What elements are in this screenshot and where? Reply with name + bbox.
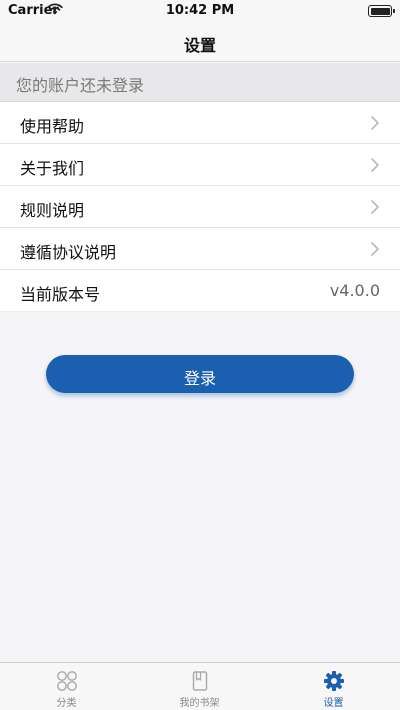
tab-label: 分类 (56, 698, 77, 709)
nav-bar: 设置 (0, 22, 400, 62)
version-label: 当前版本号 (20, 285, 101, 304)
chevron-right-icon (371, 200, 379, 214)
login-button-label: 登录 (183, 369, 216, 388)
tab-settings[interactable]: 设置 (267, 663, 400, 710)
settings-item-label: 使用帮助 (20, 117, 85, 136)
settings-item-label: 规则说明 (20, 201, 85, 220)
status-time: 10:42 PM (165, 3, 235, 18)
chevron-right-icon (371, 116, 379, 130)
settings-item-about[interactable]: 关于我们 (0, 144, 400, 186)
bookshelf-icon (192, 671, 207, 691)
category-grid-icon (56, 671, 77, 691)
chevron-right-icon (371, 158, 379, 172)
login-button[interactable]: 登录 (46, 355, 354, 393)
settings-item-version: 当前版本号 v4.0.0 (0, 270, 400, 312)
account-status-banner: 您的账户还未登录 (0, 63, 400, 102)
gear-icon (323, 671, 344, 691)
tab-label: 设置 (323, 698, 344, 709)
settings-list: 使用帮助 关于我们 规则说明 遵循协议说明 当前版本号 v4.0.0 (0, 102, 400, 312)
version-value: v4.0.0 (329, 281, 380, 300)
status-bar: Carrier 10:42 PM (0, 0, 400, 22)
tab-bookshelf[interactable]: 我的书架 (133, 663, 266, 710)
settings-item-label: 遵循协议说明 (20, 243, 117, 262)
settings-item-help[interactable]: 使用帮助 (0, 102, 400, 144)
settings-item-label: 关于我们 (20, 159, 85, 178)
tab-category[interactable]: 分类 (0, 663, 133, 710)
settings-item-rules[interactable]: 规则说明 (0, 186, 400, 228)
battery-icon (368, 5, 395, 17)
settings-item-agreement[interactable]: 遵循协议说明 (0, 228, 400, 270)
page-title: 设置 (183, 36, 216, 55)
chevron-right-icon (371, 242, 379, 256)
account-status-text: 您的账户还未登录 (16, 76, 145, 95)
tab-bar: 分类 我的书架 设置 (0, 662, 400, 710)
tab-label: 我的书架 (179, 698, 220, 709)
